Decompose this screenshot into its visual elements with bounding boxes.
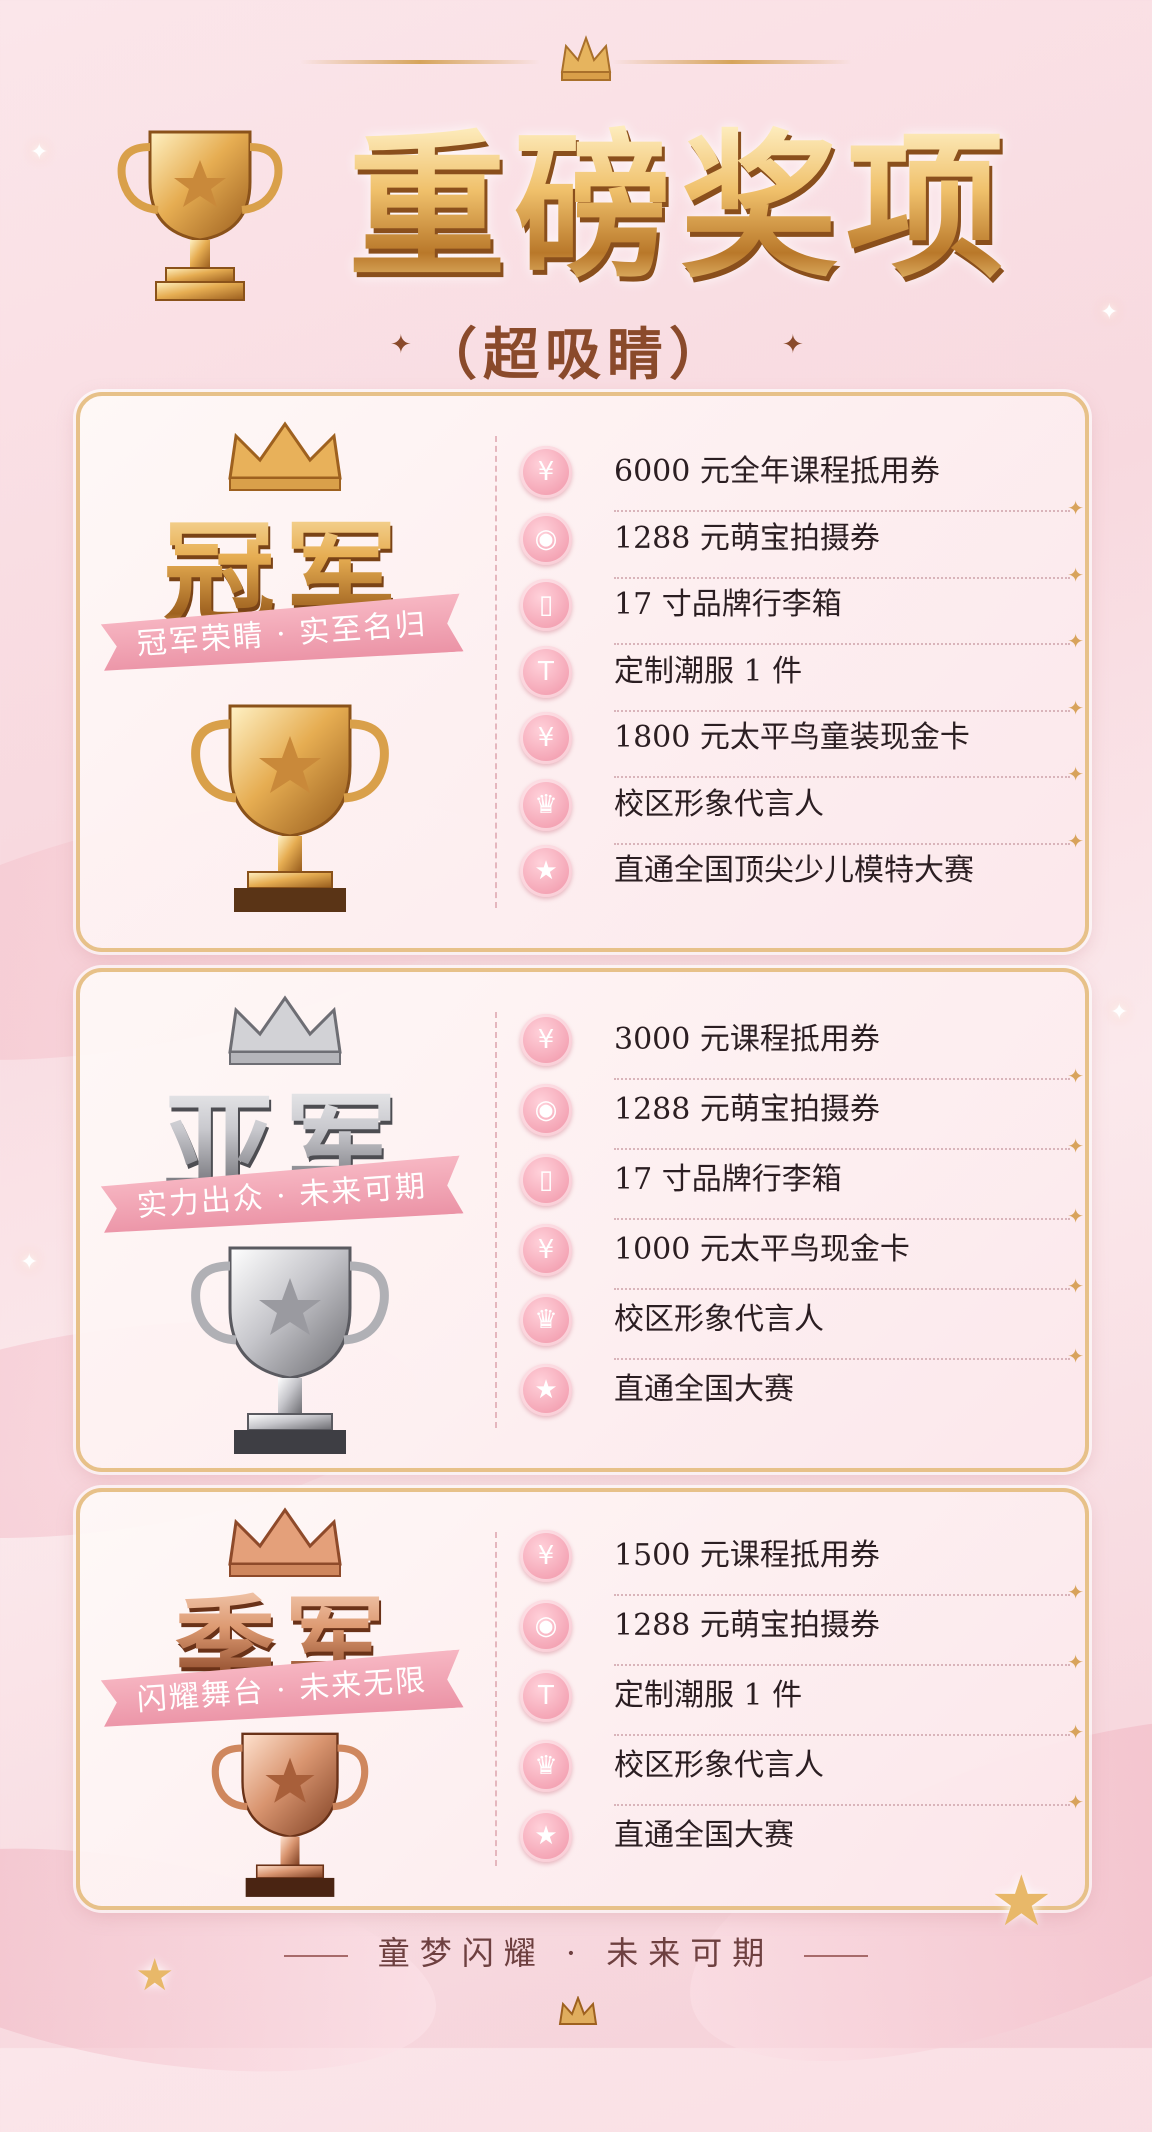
dotted-divider [614,1218,1070,1220]
prize-item: ♛ 校区形象代言人 ✦ [520,778,1084,853]
dotted-divider [614,1288,1070,1290]
dotted-divider [614,1358,1070,1360]
dotted-divider [614,1078,1070,1080]
dotted-divider [614,1664,1070,1666]
ticket-icon: ¥ [520,446,572,498]
suitcase-icon: ▯ [520,1154,572,1206]
camera-icon: ◉ [520,512,572,565]
prize-item: ★ 直通全国顶尖少儿模特大赛 [520,845,1070,901]
sparkle-icon: ✦ [20,1250,39,1275]
footer: 童梦闪耀 · 未来可期 [0,1928,1152,1974]
prize-label: 17 寸品牌行李箱 [614,1162,842,1197]
champion-badge: 冠军 冠军荣睛 · 实至名归 [80,396,490,948]
crown-icon: ♛ [520,778,572,831]
prize-item: ¥1800 元太平鸟童装现金卡 ✦ [520,712,1084,786]
prize-label: 校区形象代言人 [614,786,824,822]
prize-item: ▯ 17 寸品牌行李箱 ✦ [520,1154,1084,1228]
prize-label: 直通全国大赛 [614,1818,794,1853]
crown-icon: ♛ [520,1740,572,1792]
divider [283,1954,348,1957]
prize-item: ◉ 1288 元萌宝拍摄券 ✦ [520,512,1084,587]
third-place-badge: 季军 闪耀舞台 · 未来无限 [80,1492,490,1906]
prize-item: ★ 直通全国大赛 [520,1364,1070,1420]
prize-label: 直通全国大赛 [614,1372,794,1407]
runner-up-card: 亚军 实力出众 · 未来可期 ¥3000 元课程抵用券 ✦ ◉ 1288 元萌宝拍摄券… [76,968,1089,1472]
page-subtitle: （超吸睛） [421,322,731,388]
dotted-divider [614,1734,1070,1736]
prize-label: 1288 元萌宝拍摄券 [614,1092,880,1127]
star-icon: ★ [520,1810,572,1862]
prize-label: 1288 元萌宝拍摄券 [614,1608,880,1643]
divider [495,1532,497,1866]
header: 重磅奖项 ✦ （超吸睛） ✦ [0,0,1152,390]
ticket-icon: ¥ [520,1530,572,1582]
divider [495,1012,497,1428]
prize-item: ¥1500 元课程抵用券 ✦ [520,1530,1084,1604]
gold-trophy-icon [191,704,389,912]
bronze-trophy-icon [211,1732,369,1897]
footer-slogan: 童梦闪耀 · 未来可期 [377,1934,775,1972]
third-place-card: 季军 闪耀舞台 · 未来无限 ¥1500 元课程抵用券 ✦ ◉ 1288 元萌宝拍摄券… [76,1488,1089,1910]
prize-label: 校区形象代言人 [614,1748,824,1783]
filigree-decoration [300,60,540,64]
camera-icon: ◉ [520,1600,572,1652]
card-icon: ¥ [520,1224,572,1276]
crown-icon: ♛ [520,1294,572,1346]
prize-label: 定制潮服 1 件 [614,653,803,689]
crown-icon [560,35,612,81]
prize-label: 校区形象代言人 [614,1302,824,1337]
prize-item: ♛ 校区形象代言人 ✦ [520,1740,1084,1814]
star-icon: ★ [520,845,572,897]
camera-icon: ◉ [520,1084,572,1136]
tshirt-icon: T [520,645,572,698]
filigree-decoration [612,60,852,64]
prize-item: ¥1000 元太平鸟现金卡 ✦ [520,1224,1084,1298]
prize-item: ★ 直通全国大赛 [520,1810,1070,1866]
suitcase-icon: ▯ [520,579,572,631]
prize-label: 1500 元课程抵用券 [614,1538,880,1573]
prize-label: 1000 元太平鸟现金卡 [614,1232,910,1267]
prize-item: ◉ 1288 元萌宝拍摄券 ✦ [520,1600,1084,1674]
page-title: 重磅奖项 [300,118,1060,298]
prize-item: T 定制潮服 1 件 ✦ [520,1670,1084,1744]
prize-label: 3000 元课程抵用券 [614,1022,880,1057]
prize-label: 定制潮服 1 件 [614,1678,803,1713]
prize-label: 6000 元全年课程抵用券 [614,454,940,489]
prize-item: ¥6000 元全年课程抵用券 ✦ [520,446,1084,520]
sparkle-icon: ✦ [1110,1000,1129,1025]
prize-item: ♛ 校区形象代言人 ✦ [520,1294,1084,1368]
star-icon: ✦ [782,330,804,360]
divider [495,436,497,908]
dotted-divider [614,1594,1070,1596]
prize-item: ¥3000 元课程抵用券 ✦ [520,1014,1084,1088]
divider [804,1954,869,1957]
crown-icon [558,1996,598,2025]
star-icon: ★ [520,1364,572,1416]
prize-item: T 定制潮服 1 件 ✦ [520,645,1084,720]
tshirt-icon: T [520,1670,572,1722]
card-icon: ¥ [520,712,572,764]
dotted-divider [614,1148,1070,1150]
prize-label: 1288 元萌宝拍摄券 [614,520,880,556]
ticket-icon: ¥ [520,1014,572,1066]
champion-card: 冠军 冠军荣睛 · 实至名归 ¥6000 元全年课程抵用券 ✦ ◉ 1288 元萌宝拍… [76,392,1089,952]
silver-trophy-icon [191,1246,389,1454]
prize-item: ▯ 17 寸品牌行李箱 ✦ [520,579,1084,653]
prize-label: 17 寸品牌行李箱 [614,587,842,622]
prize-item: ◉ 1288 元萌宝拍摄券 ✦ [520,1084,1084,1158]
prize-label: 直通全国顶尖少儿模特大赛 [614,853,974,888]
runner-up-badge: 亚军 实力出众 · 未来可期 [80,972,490,1468]
gold-trophy-icon [117,130,283,301]
dotted-divider [614,1804,1070,1806]
prize-label: 1800 元太平鸟童装现金卡 [614,720,970,755]
